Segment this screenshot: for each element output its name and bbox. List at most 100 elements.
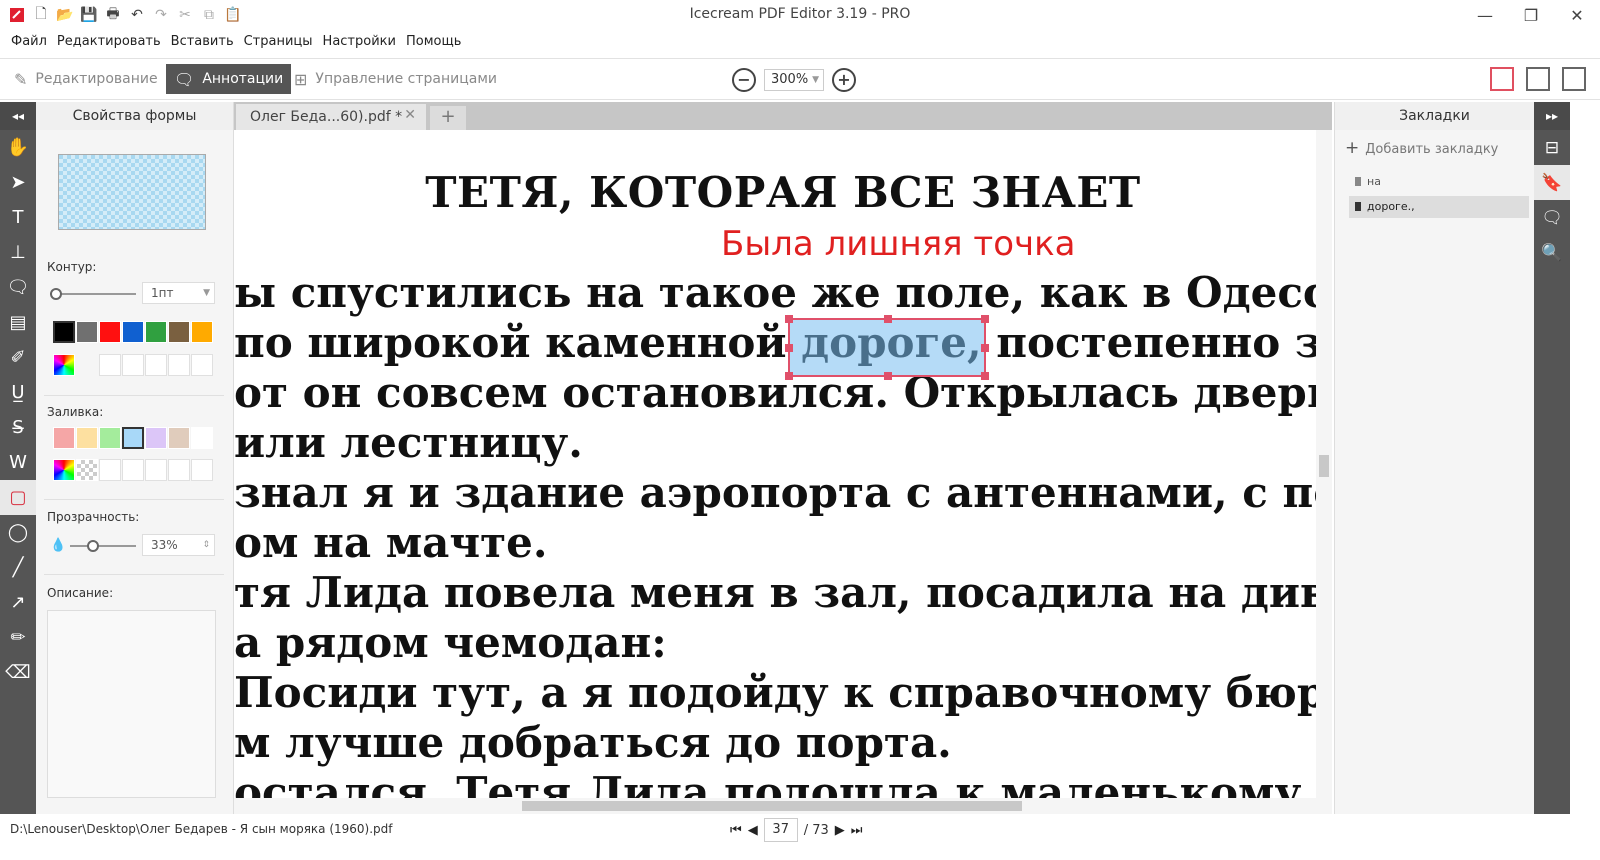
outline-color-swatch[interactable] xyxy=(53,321,75,343)
custom-color-slot[interactable] xyxy=(99,459,121,481)
mode-edit-button[interactable]: ✎ Редактирование xyxy=(6,64,166,94)
menu-file[interactable]: Файл xyxy=(6,32,52,56)
menu-pages[interactable]: Страницы xyxy=(239,32,318,56)
resize-handle[interactable] xyxy=(785,344,793,352)
resize-handle[interactable] xyxy=(884,372,892,380)
resize-handle[interactable] xyxy=(884,315,892,323)
select-tool-icon[interactable]: ➤ xyxy=(0,165,36,200)
outline-color-swatch[interactable] xyxy=(76,321,98,343)
resize-handle[interactable] xyxy=(981,372,989,380)
zoom-out-button[interactable]: − xyxy=(732,68,756,92)
text-tool-icon[interactable]: T xyxy=(0,200,36,235)
custom-color-slot[interactable] xyxy=(168,354,190,376)
fill-color-swatch[interactable] xyxy=(168,427,190,449)
outline-width-select[interactable]: 1пт ▼ xyxy=(142,282,215,304)
menu-help[interactable]: Помощь xyxy=(401,32,466,56)
arrow-tool-icon[interactable]: ↗ xyxy=(0,585,36,620)
outline-color-swatch[interactable] xyxy=(122,321,144,343)
transparent-fill-swatch[interactable] xyxy=(76,459,98,481)
last-page-icon[interactable]: ⏭ xyxy=(851,823,863,838)
note-tool-icon[interactable]: 🗨 xyxy=(0,270,36,305)
stamp-tool-icon[interactable]: ⊥ xyxy=(0,235,36,270)
current-page-input[interactable]: 37 xyxy=(763,818,798,842)
ellipse-tool-icon[interactable]: ◯ xyxy=(0,515,36,550)
outline-color-swatch[interactable] xyxy=(145,321,167,343)
fullscreen-icon[interactable] xyxy=(1562,67,1586,91)
close-tab-icon[interactable]: ✕ xyxy=(404,107,416,123)
outline-color-swatch[interactable] xyxy=(191,321,213,343)
fill-color-swatch[interactable] xyxy=(53,427,75,449)
stepper-arrows-icon[interactable]: ⇕ xyxy=(202,535,210,555)
bookmarks-icon[interactable]: 🔖 xyxy=(1534,165,1570,200)
textbox-tool-icon[interactable]: ▤ xyxy=(0,305,36,340)
hand-tool-icon[interactable]: ✋ xyxy=(0,130,36,165)
two-page-view-icon[interactable] xyxy=(1526,67,1550,91)
custom-color-slot[interactable] xyxy=(145,354,167,376)
underline-tool-icon[interactable]: U̲ xyxy=(0,375,36,410)
text-annotation[interactable]: Была лишняя точка xyxy=(721,224,1076,264)
fill-color-swatch[interactable] xyxy=(145,427,167,449)
resize-handle[interactable] xyxy=(981,315,989,323)
fill-color-swatch[interactable] xyxy=(76,427,98,449)
outline-color-swatch[interactable] xyxy=(99,321,121,343)
line-tool-icon[interactable]: ╱ xyxy=(0,550,36,585)
custom-color-slot[interactable] xyxy=(145,459,167,481)
strikethrough-tool-icon[interactable]: S̶ xyxy=(0,410,36,445)
mode-annotations-button[interactable]: 🗨 Аннотации xyxy=(166,64,292,94)
mode-page-management-button[interactable]: ⊞ Управление страницами xyxy=(286,64,505,94)
opacity-stepper[interactable]: 33% ⇕ xyxy=(142,534,215,556)
tab-document[interactable]: Олег Беда...60).pdf * ✕ xyxy=(236,104,426,130)
comments-icon[interactable]: 🗨 xyxy=(1534,200,1570,235)
expand-panel-icon[interactable]: ▸▸ xyxy=(1534,102,1570,130)
add-bookmark-button[interactable]: + Добавить закладку xyxy=(1345,138,1498,158)
minimize-button[interactable]: — xyxy=(1462,0,1508,30)
bookmark-item[interactable]: дороге., xyxy=(1349,196,1529,218)
single-page-view-icon[interactable] xyxy=(1490,67,1514,91)
bookmark-item[interactable]: на xyxy=(1349,171,1529,193)
maximize-button[interactable]: ❐ xyxy=(1508,0,1554,30)
custom-color-slot[interactable] xyxy=(122,354,144,376)
zoom-level-select[interactable]: 300% ▼ xyxy=(764,69,824,91)
menu-insert[interactable]: Вставить xyxy=(166,32,239,56)
fill-color-swatch[interactable] xyxy=(99,427,121,449)
vertical-scrollbar[interactable] xyxy=(1316,130,1332,814)
rectangle-tool-icon[interactable]: ▢ xyxy=(0,480,36,515)
slider-knob[interactable] xyxy=(87,540,99,552)
page-thumbnails-icon[interactable]: ⊟ xyxy=(1534,130,1570,165)
color-picker-icon[interactable] xyxy=(53,459,75,481)
menu-edit[interactable]: Редактировать xyxy=(52,32,166,56)
next-page-icon[interactable]: ▶ xyxy=(835,823,845,838)
resize-handle[interactable] xyxy=(785,315,793,323)
previous-page-icon[interactable]: ◀ xyxy=(748,823,758,838)
new-tab-button[interactable]: + xyxy=(430,106,466,130)
outline-width-slider[interactable] xyxy=(50,288,136,300)
resize-handle[interactable] xyxy=(981,344,989,352)
color-picker-icon[interactable] xyxy=(53,354,75,376)
rectangle-annotation[interactable] xyxy=(785,315,989,380)
scroll-thumb[interactable] xyxy=(522,801,1022,811)
zoom-in-button[interactable]: + xyxy=(832,68,856,92)
first-page-icon[interactable]: ⏮ xyxy=(730,823,742,838)
custom-color-slot[interactable] xyxy=(191,354,213,376)
scroll-thumb[interactable] xyxy=(1319,455,1329,477)
collapse-panel-icon[interactable]: ◂◂ xyxy=(0,102,36,130)
menu-settings[interactable]: Настройки xyxy=(318,32,401,56)
eraser-tool-icon[interactable]: ⌫ xyxy=(0,655,36,690)
document-canvas[interactable]: ТЕТЯ, КОТОРАЯ ВСЕ ЗНАЕТ Была лишняя точк… xyxy=(234,130,1332,814)
horizontal-scrollbar[interactable] xyxy=(234,798,1316,814)
outline-color-swatch[interactable] xyxy=(168,321,190,343)
custom-color-slot[interactable] xyxy=(122,459,144,481)
slider-knob[interactable] xyxy=(50,288,62,300)
resize-handle[interactable] xyxy=(785,372,793,380)
opacity-slider[interactable] xyxy=(70,540,136,552)
fill-color-swatch[interactable] xyxy=(122,427,144,449)
custom-color-slot[interactable] xyxy=(191,459,213,481)
search-icon[interactable]: 🔍 xyxy=(1534,235,1570,270)
custom-color-slot[interactable] xyxy=(168,459,190,481)
close-button[interactable]: ✕ xyxy=(1554,0,1600,30)
description-field[interactable] xyxy=(47,610,216,798)
squiggly-tool-icon[interactable]: W xyxy=(0,445,36,480)
fill-color-swatch[interactable] xyxy=(191,427,213,449)
custom-color-slot[interactable] xyxy=(99,354,121,376)
highlight-tool-icon[interactable]: ✐ xyxy=(0,340,36,375)
